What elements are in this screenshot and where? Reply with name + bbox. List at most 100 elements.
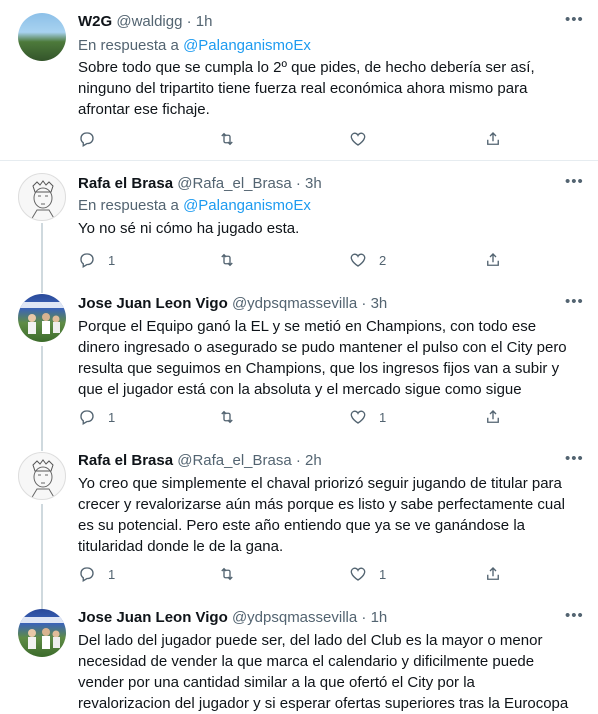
retweet-icon: [221, 132, 233, 146]
separator-dot: ·: [361, 295, 367, 312]
retweet-icon: [221, 410, 233, 424]
thread-line: [41, 283, 43, 293]
timestamp[interactable]: 1h: [371, 609, 388, 626]
timestamp[interactable]: 3h: [305, 175, 322, 192]
share-button[interactable]: [484, 564, 502, 584]
tweet-text: Yo creo que simplemente el chaval priori…: [78, 475, 565, 555]
tweet[interactable]: Rafa el Brasa @Rafa_el_Brasa · 2h ••• Yo…: [0, 441, 598, 599]
reply-button[interactable]: 1: [78, 250, 115, 270]
thread-line: [41, 223, 43, 283]
sketch-face-icon: [30, 180, 56, 220]
author-handle[interactable]: @ydpsqmassevilla: [232, 295, 357, 312]
tweet-actions: [78, 129, 578, 149]
share-icon: [487, 410, 499, 423]
tweet-header: Jose Juan Leon Vigo @ydpsqmassevilla · 3…: [78, 294, 387, 314]
heart-icon: [350, 253, 366, 267]
retweet-button[interactable]: [218, 407, 236, 427]
retweet-button[interactable]: [218, 129, 236, 149]
author-name[interactable]: Jose Juan Leon Vigo: [78, 609, 228, 626]
like-button[interactable]: 1: [349, 564, 386, 584]
more-horizontal-icon[interactable]: •••: [565, 294, 583, 314]
author-handle[interactable]: @ydpsqmassevilla: [232, 609, 357, 626]
like-button[interactable]: 1: [349, 407, 386, 427]
timestamp[interactable]: 3h: [371, 295, 388, 312]
tweet-text: Sobre todo que se cumpla lo 2º que pides…: [78, 59, 535, 118]
tweet[interactable]: W2G @waldigg · 1h ••• En respuesta a @Pa…: [0, 0, 598, 160]
author-handle[interactable]: @waldigg: [116, 13, 182, 30]
tweet-header: Rafa el Brasa @Rafa_el_Brasa · 3h: [78, 174, 322, 194]
tweet-text: Del lado del jugador puede ser, del lado…: [78, 632, 569, 712]
tweet-header: Rafa el Brasa @Rafa_el_Brasa · 2h: [78, 451, 322, 471]
tweet-actions: 1 1: [78, 407, 578, 427]
mention-link[interactable]: @PalanganismoEx: [183, 197, 311, 214]
tweet-actions: 1 1: [78, 564, 578, 584]
avatar[interactable]: [18, 173, 66, 221]
reply-button[interactable]: 1: [78, 407, 115, 427]
reply-button[interactable]: [78, 129, 108, 149]
author-name[interactable]: Jose Juan Leon Vigo: [78, 295, 228, 312]
team-photo-icon: [18, 617, 66, 649]
share-icon: [487, 567, 499, 580]
author-name[interactable]: Rafa el Brasa: [78, 452, 173, 469]
more-horizontal-icon[interactable]: •••: [565, 608, 583, 628]
tweet-header: W2G @waldigg · 1h: [78, 12, 212, 32]
avatar[interactable]: [18, 13, 66, 61]
share-button[interactable]: [484, 129, 502, 149]
tweet-text: Yo no sé ni cómo ha jugado esta.: [78, 220, 300, 237]
tweet-actions: 1 2: [78, 250, 578, 270]
sketch-face-icon: [30, 459, 56, 499]
tweet-text: Porque el Equipo ganó la EL y se metió e…: [78, 318, 567, 398]
avatar[interactable]: [18, 452, 66, 500]
timestamp[interactable]: 2h: [305, 452, 322, 469]
thread-line: [41, 599, 43, 609]
share-button[interactable]: [484, 407, 502, 427]
reply-count: 1: [108, 566, 116, 582]
heart-icon: [350, 567, 366, 581]
tweet[interactable]: Rafa el Brasa @Rafa_el_Brasa · 3h ••• En…: [0, 161, 598, 283]
retweet-button[interactable]: [218, 250, 236, 270]
more-horizontal-icon[interactable]: •••: [565, 174, 583, 194]
thread-line: [41, 346, 43, 441]
reply-count: 1: [108, 409, 116, 425]
tweet[interactable]: Jose Juan Leon Vigo @ydpsqmassevilla · 1…: [0, 599, 598, 712]
reply-prefix: En respuesta a: [78, 37, 179, 54]
like-button[interactable]: [349, 129, 379, 149]
like-count: 1: [379, 566, 387, 582]
author-name[interactable]: Rafa el Brasa: [78, 175, 173, 192]
share-button[interactable]: [484, 250, 502, 270]
more-horizontal-icon[interactable]: •••: [565, 451, 583, 471]
mention-link[interactable]: @PalanganismoEx: [183, 37, 311, 54]
heart-icon: [350, 132, 366, 146]
reply-icon: [80, 132, 94, 147]
tweet[interactable]: Jose Juan Leon Vigo @ydpsqmassevilla · 3…: [0, 283, 598, 441]
separator-dot: ·: [295, 452, 301, 469]
reply-icon: [80, 253, 94, 268]
more-horizontal-icon[interactable]: •••: [565, 12, 583, 32]
reply-count: 1: [108, 252, 116, 268]
avatar[interactable]: [18, 609, 66, 657]
like-count: 2: [379, 252, 387, 268]
separator-dot: ·: [186, 13, 192, 30]
team-photo-icon: [18, 302, 66, 334]
reply-icon: [80, 410, 94, 425]
retweet-icon: [221, 253, 233, 267]
reply-icon: [80, 567, 94, 582]
separator-dot: ·: [361, 609, 367, 626]
like-count: 1: [379, 409, 387, 425]
tweet-header: Jose Juan Leon Vigo @ydpsqmassevilla · 1…: [78, 608, 387, 628]
retweet-button[interactable]: [218, 564, 236, 584]
heart-icon: [350, 410, 366, 424]
author-handle[interactable]: @Rafa_el_Brasa: [177, 452, 291, 469]
reply-context: En respuesta a @PalanganismoEx: [78, 196, 311, 216]
thread-line: [41, 441, 43, 451]
reply-button[interactable]: 1: [78, 564, 115, 584]
timestamp[interactable]: 1h: [196, 13, 213, 30]
reply-prefix: En respuesta a: [78, 197, 179, 214]
author-handle[interactable]: @Rafa_el_Brasa: [177, 175, 291, 192]
separator-dot: ·: [295, 175, 301, 192]
like-button[interactable]: 2: [349, 250, 386, 270]
author-name[interactable]: W2G: [78, 13, 112, 30]
share-icon: [487, 253, 499, 266]
share-icon: [487, 132, 499, 145]
avatar[interactable]: [18, 294, 66, 342]
